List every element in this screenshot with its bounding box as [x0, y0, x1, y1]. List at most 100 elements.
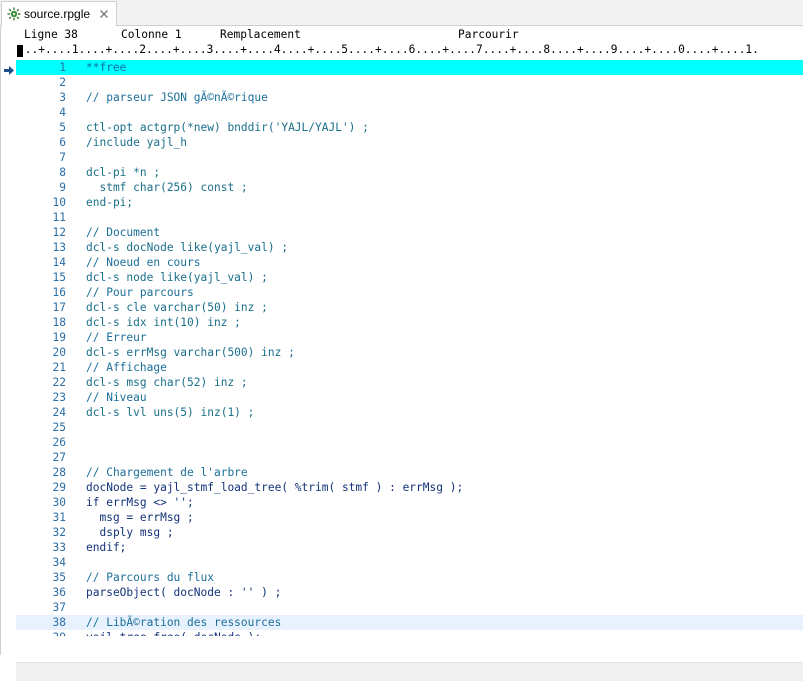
code-line[interactable]: 30 if errMsg <> '';: [16, 495, 803, 510]
tab-source-rpgle[interactable]: source.rpgle: [1, 1, 117, 26]
code-text: **free: [86, 61, 127, 74]
code-text: // Chargement de l'arbre: [86, 466, 248, 479]
code-text: end-pi;: [86, 196, 134, 209]
code-line[interactable]: 18 dcl-s idx int(10) inz ;: [16, 315, 803, 330]
code-line[interactable]: 13 dcl-s docNode like(yajl_val) ;: [16, 240, 803, 255]
code-line[interactable]: 38 // LibÃ©ration des ressources: [16, 615, 803, 630]
code-line[interactable]: 25: [16, 420, 803, 435]
horizontal-scrollbar[interactable]: [16, 662, 803, 681]
line-number: 14: [52, 256, 66, 269]
code-text: dcl-s docNode like(yajl_val) ;: [86, 241, 289, 254]
line-number: 33: [52, 541, 66, 554]
code-line[interactable]: 36 parseObject( docNode : '' ) ;: [16, 585, 803, 600]
code-lines[interactable]: 1 **free 2 3// parseur JSON gÃ©nÃ©rique 4 5 ct…: [16, 60, 803, 636]
line-number: 30: [52, 496, 66, 509]
code-line[interactable]: 34: [16, 555, 803, 570]
line-number: 15: [52, 271, 66, 284]
line-number: 17: [52, 301, 66, 314]
code-line[interactable]: 2: [16, 75, 803, 90]
code-line[interactable]: 23 // Niveau: [16, 390, 803, 405]
code-text: if errMsg <> '';: [86, 496, 194, 509]
status-browse-mode: Parcourir: [458, 28, 519, 41]
line-number: 8: [59, 166, 66, 179]
code-line[interactable]: 32 dsply msg ;: [16, 525, 803, 540]
line-number: 20: [52, 346, 66, 359]
line-number: 1: [59, 61, 66, 74]
code-line[interactable]: 15 dcl-s node like(yajl_val) ;: [16, 270, 803, 285]
code-line[interactable]: 22 dcl-s msg char(52) inz ;: [16, 375, 803, 390]
code-text: // Document: [86, 226, 161, 239]
line-number: 16: [52, 286, 66, 299]
line-number: 11: [52, 211, 66, 224]
code-text: dsply msg ;: [86, 526, 174, 539]
code-line[interactable]: 26: [16, 435, 803, 450]
line-number: 19: [52, 331, 66, 344]
code-line[interactable]: 31 msg = errMsg ;: [16, 510, 803, 525]
line-number: 35: [52, 571, 66, 584]
rpg-source-file-icon: [7, 7, 21, 21]
code-line[interactable]: 29 docNode = yajl_stmf_load_tree( %trim( …: [16, 480, 803, 495]
code-line[interactable]: 35 // Parcours du flux: [16, 570, 803, 585]
status-line: Ligne 38 Colonne 1 Remplacement Parcouri…: [1, 26, 803, 42]
status-line-number: Ligne 38: [24, 28, 78, 41]
code-line[interactable]: 21 // Affichage: [16, 360, 803, 375]
line-number: 32: [52, 526, 66, 539]
line-number: 6: [59, 136, 66, 149]
code-line[interactable]: 28 // Chargement de l'arbre: [16, 465, 803, 480]
code-text: /include yajl_h: [86, 136, 188, 149]
code-text: yajl_tree_free( docNode );: [86, 630, 261, 636]
code-text: // Noeud en cours: [86, 256, 201, 269]
code-text: dcl-pi *n ;: [86, 166, 161, 179]
code-text: endif;: [86, 541, 127, 554]
code-text: dcl-s idx int(10) inz ;: [86, 316, 241, 329]
line-number: 9: [59, 181, 66, 194]
code-text: dcl-s lvl uns(5) inz(1) ;: [86, 406, 255, 419]
line-number: 13: [52, 241, 66, 254]
code-line[interactable]: 4: [16, 105, 803, 120]
code-line[interactable]: 37: [16, 600, 803, 615]
code-line[interactable]: 6/include yajl_h: [16, 135, 803, 150]
code-line[interactable]: 1 **free: [16, 60, 803, 75]
line-number: 24: [52, 406, 66, 419]
code-line[interactable]: 8 dcl-pi *n ;: [16, 165, 803, 180]
code-line[interactable]: 16 // Pour parcours: [16, 285, 803, 300]
line-number: 25: [52, 421, 66, 434]
code-text: docNode = yajl_stmf_load_tree( %trim( st…: [86, 481, 464, 494]
close-icon[interactable]: [99, 9, 109, 19]
code-line[interactable]: 27: [16, 450, 803, 465]
line-number: 29: [52, 481, 66, 494]
code-line[interactable]: 24 dcl-s lvl uns(5) inz(1) ;: [16, 405, 803, 420]
code-text: ctl-opt actgrp(*new) bnddir('YAJL/YAJL')…: [86, 121, 369, 134]
code-line[interactable]: 39 yajl_tree_free( docNode );: [16, 630, 803, 636]
code-line[interactable]: 33 endif;: [16, 540, 803, 555]
column-ruler: ...+....1....+....2....+....3....+....4.…: [16, 43, 803, 58]
code-line[interactable]: 9 stmf char(256) const ;: [16, 180, 803, 195]
editor-tab-bar: source.rpgle: [0, 0, 803, 26]
code-line[interactable]: 10 end-pi;: [16, 195, 803, 210]
code-line[interactable]: 17 dcl-s cle varchar(50) inz ;: [16, 300, 803, 315]
code-line[interactable]: 3 // parseur JSON gÃ©nÃ©rique: [16, 90, 803, 105]
code-line[interactable]: 5 ctl-opt actgrp(*new) bnddir('YAJL/YAJL'…: [16, 120, 803, 135]
code-text: // Parcours du flux: [86, 571, 214, 584]
code-line[interactable]: 20 dcl-s errMsg varchar(500) inz ;: [16, 345, 803, 360]
line-number: 12: [52, 226, 66, 239]
code-line[interactable]: 7: [16, 150, 803, 165]
line-number: 7: [59, 151, 66, 164]
status-column: Colonne 1: [121, 28, 182, 41]
current-line-arrow-icon: [4, 66, 14, 75]
line-number: 37: [52, 601, 66, 614]
code-line[interactable]: 14 // Noeud en cours: [16, 255, 803, 270]
code-text: // Affichage: [86, 361, 167, 374]
code-text: // Erreur: [86, 331, 147, 344]
code-line[interactable]: 19 // Erreur: [16, 330, 803, 345]
line-number: 23: [52, 391, 66, 404]
source-editor[interactable]: Ligne 38 Colonne 1 Remplacement Parcouri…: [0, 26, 803, 681]
code-text: msg = errMsg ;: [86, 511, 194, 524]
code-line[interactable]: 12 // Document: [16, 225, 803, 240]
line-number: 36: [52, 586, 66, 599]
line-number: 39: [16, 630, 66, 636]
tab-label: source.rpgle: [24, 7, 91, 21]
code-line[interactable]: 11: [16, 210, 803, 225]
code-text: parseObject( docNode : '' ) ;: [86, 586, 282, 599]
status-insert-mode: Remplacement: [220, 28, 301, 41]
